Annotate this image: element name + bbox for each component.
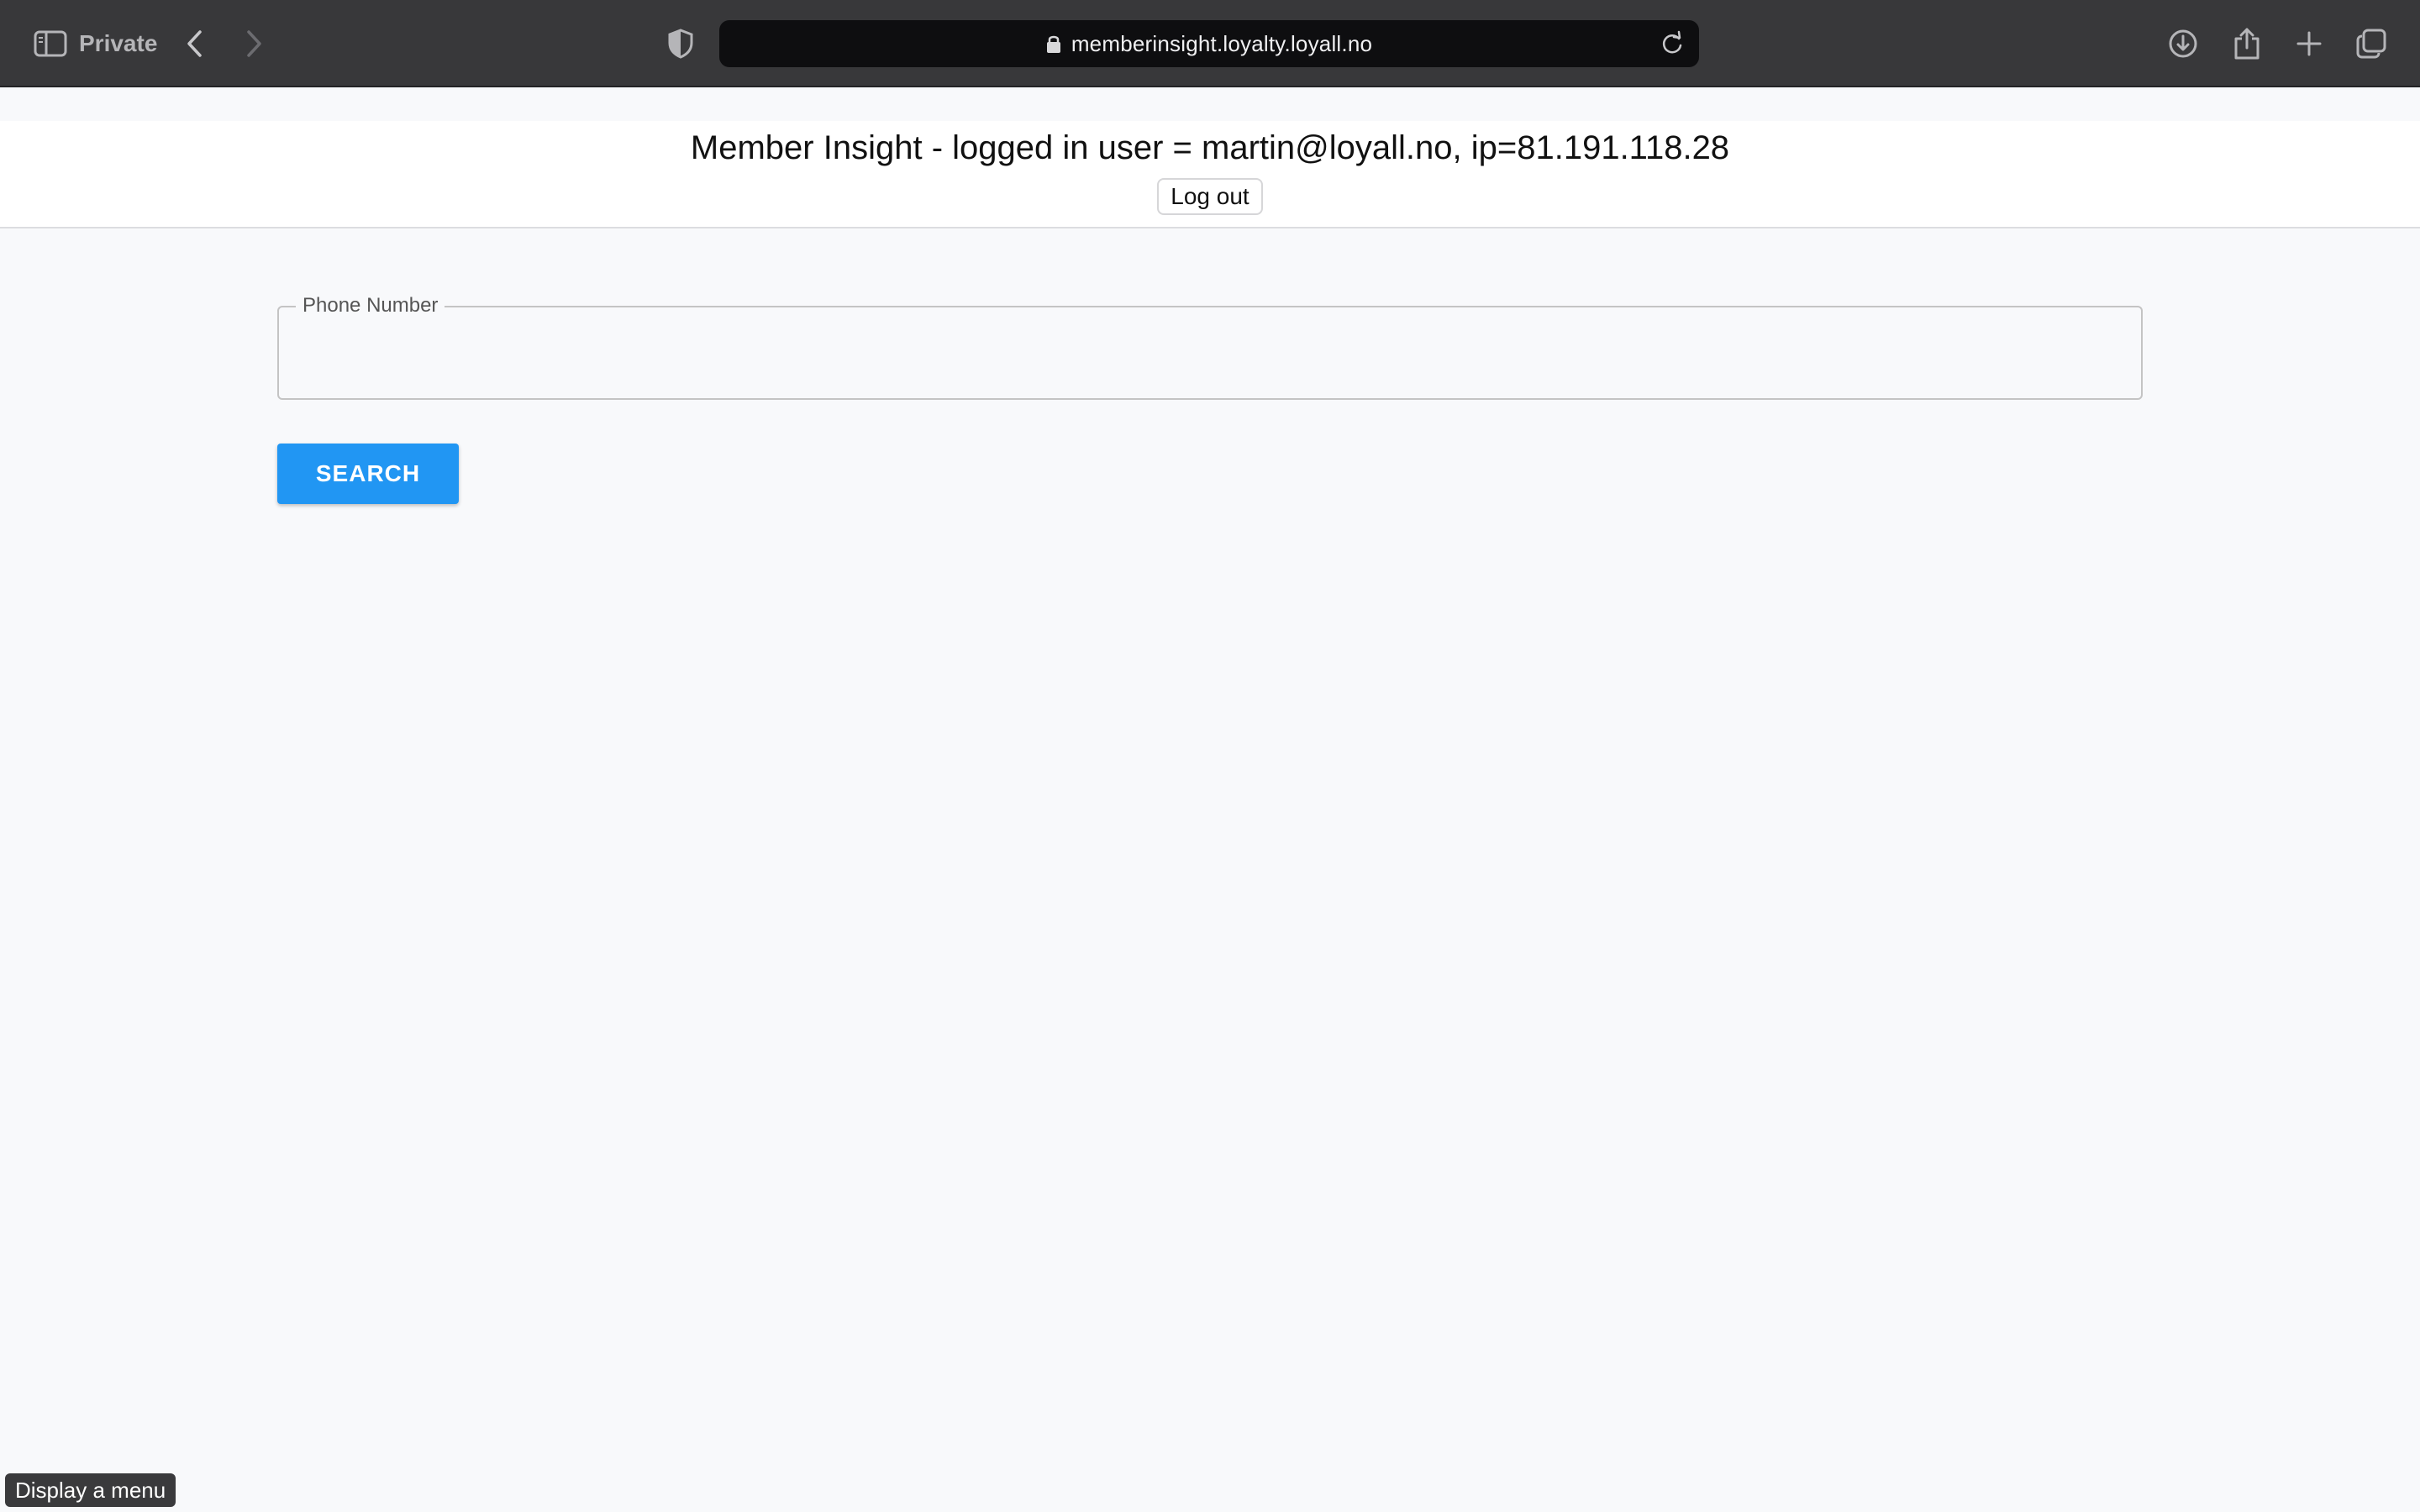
share-icon[interactable] — [2228, 25, 2265, 62]
private-mode-label: Private — [79, 30, 158, 56]
page-header: Member Insight - logged in user = martin… — [0, 121, 2420, 228]
address-bar[interactable]: memberinsight.loyalty.loyall.no — [719, 20, 1699, 67]
phone-number-label: Phone Number — [296, 294, 445, 318]
chevron-right-icon[interactable] — [235, 25, 272, 62]
logout-button[interactable]: Log out — [1157, 178, 1263, 215]
tabs-overview-icon[interactable] — [2353, 25, 2390, 62]
reload-icon[interactable] — [1655, 27, 1689, 60]
lock-icon — [1046, 35, 1060, 53]
phone-number-field[interactable]: Phone Number — [277, 294, 2143, 400]
status-tooltip: Display a menu — [5, 1473, 176, 1507]
page-title: Member Insight - logged in user = martin… — [690, 129, 1730, 166]
chevron-left-icon[interactable] — [176, 25, 213, 62]
search-button[interactable]: SEARCH — [277, 444, 459, 504]
sidebar-icon[interactable] — [32, 25, 69, 62]
shield-icon[interactable] — [662, 25, 699, 62]
plus-icon[interactable] — [2291, 25, 2328, 62]
browser-toolbar: Private memberinsight.loyalty.loyall.no — [0, 0, 2420, 87]
url-text: memberinsight.loyalty.loyall.no — [1071, 30, 1373, 56]
download-icon[interactable] — [2165, 25, 2202, 62]
phone-number-input[interactable] — [296, 324, 2123, 383]
